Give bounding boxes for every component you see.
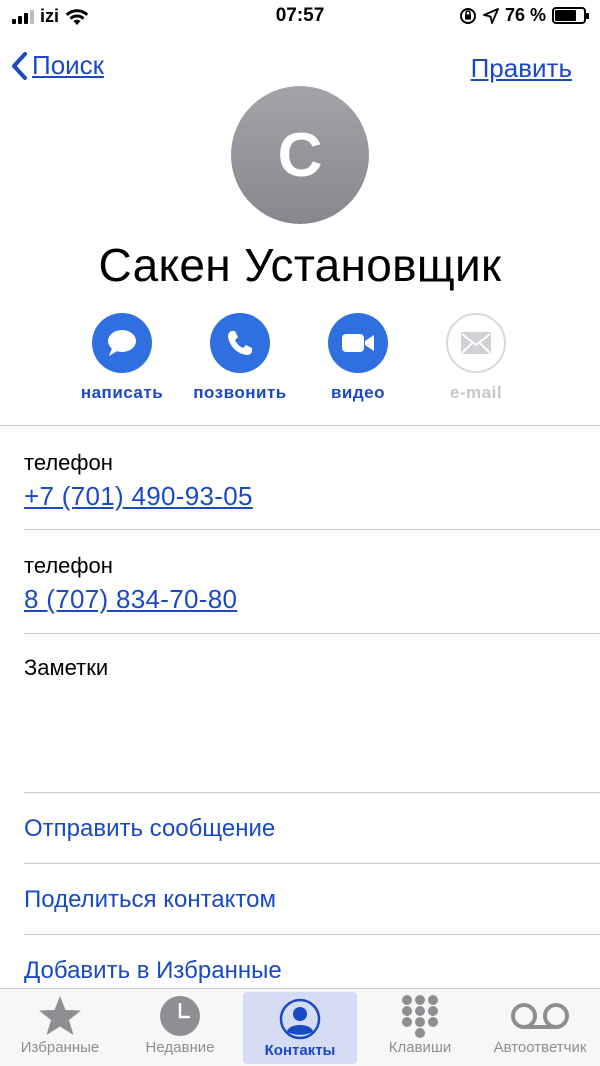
divider bbox=[24, 633, 600, 634]
tab-voicemail[interactable]: Автоответчик bbox=[480, 989, 600, 1066]
divider bbox=[24, 863, 600, 864]
clock-icon bbox=[160, 996, 200, 1036]
tab-bar: Избранные Недавние Контакты Клавиши Авто… bbox=[0, 988, 600, 1066]
battery-fill bbox=[555, 10, 577, 21]
divider bbox=[24, 934, 600, 935]
divider bbox=[24, 792, 600, 793]
add-favorites-link[interactable]: Добавить в Избранные bbox=[24, 957, 282, 985]
contact-name: Сакен Установщик bbox=[98, 239, 502, 291]
share-contact-link[interactable]: Поделиться контактом bbox=[24, 886, 276, 914]
orientation-lock-icon bbox=[459, 7, 476, 24]
tab-keypad[interactable]: Клавиши bbox=[360, 989, 480, 1066]
tab-contacts[interactable]: Контакты bbox=[243, 992, 357, 1064]
voicemail-icon bbox=[511, 1003, 569, 1029]
video-action-label: видео bbox=[330, 383, 386, 402]
video-icon bbox=[342, 334, 374, 352]
call-action-label: позвонить bbox=[193, 383, 287, 402]
video-action-button[interactable]: видео bbox=[298, 313, 418, 403]
divider bbox=[24, 529, 600, 530]
tab-recents-label: Недавние bbox=[145, 1039, 215, 1056]
keypad-icon bbox=[402, 995, 438, 1038]
back-label: Поиск bbox=[32, 50, 105, 80]
tab-voicemail-label: Автоответчик bbox=[493, 1039, 587, 1056]
send-message-link[interactable]: Отправить сообщение bbox=[24, 815, 275, 843]
phone-2-value[interactable]: 8 (707) 834-70-80 bbox=[24, 584, 237, 615]
location-icon bbox=[483, 7, 499, 24]
edit-button[interactable]: Править bbox=[471, 53, 572, 84]
star-icon bbox=[39, 996, 81, 1035]
status-bar: izi 07:57 76 % bbox=[0, 0, 600, 36]
chevron-left-icon bbox=[12, 51, 27, 80]
contacts-icon bbox=[279, 998, 321, 1040]
status-right: 76 % bbox=[459, 5, 589, 26]
phone-2-label: телефон bbox=[24, 553, 113, 578]
battery-percent: 76 % bbox=[504, 5, 546, 25]
email-action-label: e-mail bbox=[449, 383, 503, 402]
phone-icon bbox=[228, 331, 252, 355]
tab-keypad-label: Клавиши bbox=[388, 1039, 452, 1056]
notes-field[interactable]: Заметки bbox=[24, 655, 108, 681]
avatar-initial: С bbox=[277, 120, 323, 190]
tab-favorites-label: Избранные bbox=[20, 1039, 100, 1056]
phone-1-value[interactable]: +7 (701) 490-93-05 bbox=[24, 481, 253, 512]
email-action-button[interactable]: e-mail bbox=[416, 313, 536, 403]
message-icon bbox=[108, 330, 136, 356]
phone-1-label: телефон bbox=[24, 450, 113, 475]
mail-icon bbox=[461, 332, 491, 354]
battery-icon bbox=[552, 7, 589, 24]
avatar: С bbox=[231, 86, 369, 224]
tab-favorites[interactable]: Избранные bbox=[0, 989, 120, 1066]
message-action-button[interactable]: написать bbox=[62, 313, 182, 403]
quick-actions: написать позвонить видео e-mail bbox=[0, 313, 600, 413]
tab-recents[interactable]: Недавние bbox=[120, 989, 240, 1066]
tab-contacts-label: Контакты bbox=[264, 1042, 336, 1059]
call-action-button[interactable]: позвонить bbox=[180, 313, 300, 403]
message-action-label: написать bbox=[80, 383, 164, 402]
back-button[interactable]: Поиск bbox=[10, 50, 104, 81]
divider bbox=[0, 425, 600, 426]
